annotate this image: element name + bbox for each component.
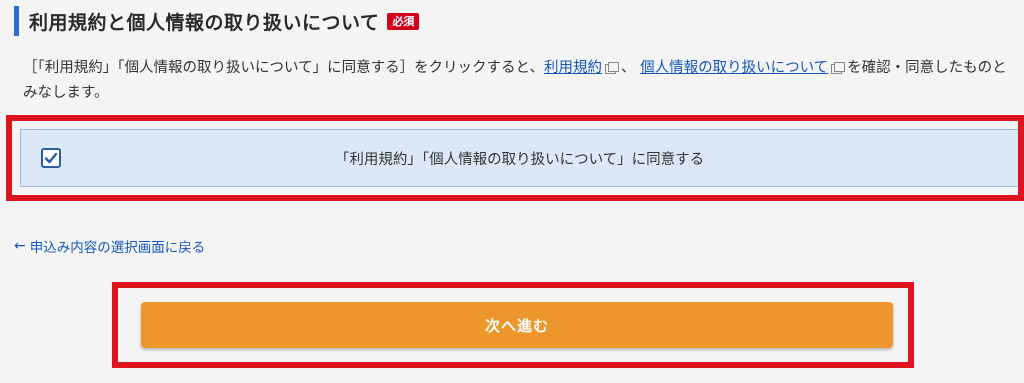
agreement-label: 「利用規約」「個人情報の取り扱いについて」に同意する bbox=[334, 151, 705, 168]
next-highlight-frame: 次へ進む bbox=[112, 282, 914, 368]
back-to-selection-link[interactable]: ← 申込み内容の選択画面に戻る bbox=[14, 236, 205, 256]
section-title: 利用規約と個人情報の取り扱いについて bbox=[29, 11, 380, 34]
checkmark-icon bbox=[44, 152, 58, 164]
terms-description: ［「利用規約」「個人情報の取り扱いについて」に同意する］をクリックすると、利用規… bbox=[23, 56, 1013, 106]
agreement-highlight-frame: 「利用規約」「個人情報の取り扱いについて」に同意する bbox=[6, 115, 1024, 201]
required-badge: 必須 bbox=[387, 12, 420, 30]
arrow-left-icon: ← bbox=[14, 238, 26, 254]
description-text-1: ［「利用規約」「個人情報の取り扱いについて」に同意する］をクリックすると、 bbox=[23, 60, 544, 76]
agreement-checkbox[interactable] bbox=[41, 148, 61, 168]
external-window-icon bbox=[604, 62, 619, 74]
back-link-label: 申込み内容の選択画面に戻る bbox=[29, 240, 206, 256]
agreement-checkbox-row[interactable]: 「利用規約」「個人情報の取り扱いについて」に同意する bbox=[20, 129, 1018, 187]
next-button[interactable]: 次へ進む bbox=[141, 302, 893, 348]
description-separator: 、 bbox=[620, 60, 636, 76]
terms-link[interactable]: 利用規約 bbox=[544, 60, 602, 76]
privacy-link[interactable]: 個人情報の取り扱いについて bbox=[640, 60, 828, 76]
external-window-icon bbox=[831, 62, 846, 74]
section-header: 利用規約と個人情報の取り扱いについて 必須 bbox=[14, 6, 420, 36]
